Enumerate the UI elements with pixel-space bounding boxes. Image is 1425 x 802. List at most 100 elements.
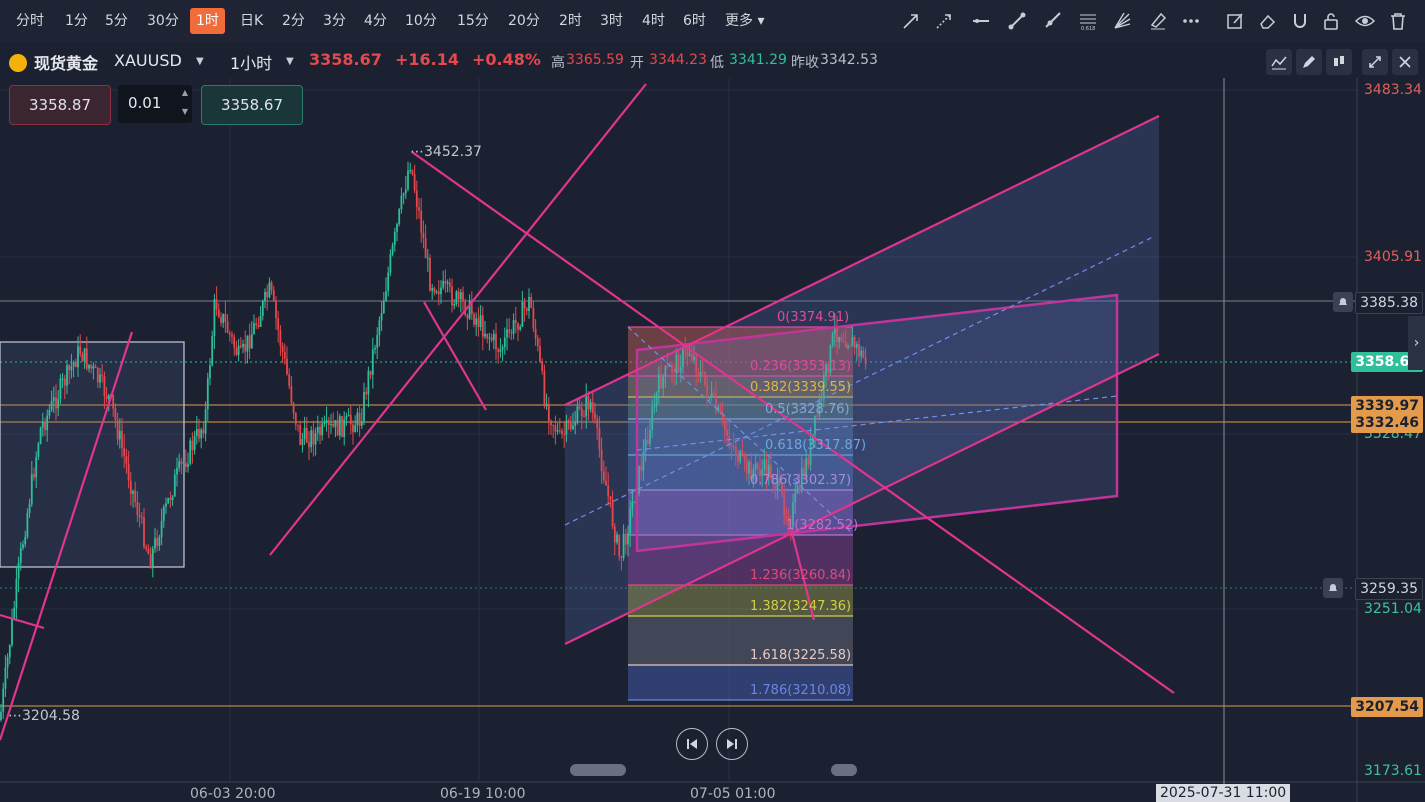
fullscreen-icon[interactable]	[1362, 49, 1388, 75]
interval-dropdown-icon[interactable]: ▼	[286, 56, 294, 67]
timeframe-7[interactable]: 3分	[317, 8, 352, 34]
interval-label[interactable]: 1小时	[230, 50, 272, 74]
x-label-2: 06-19 10:00	[440, 786, 526, 802]
fib-label: 0.5(3328.76)	[765, 402, 850, 417]
fan-icon[interactable]	[1109, 8, 1135, 34]
eye-icon[interactable]	[1352, 8, 1378, 34]
timeframe-9[interactable]: 10分	[399, 8, 443, 34]
timeframe-10[interactable]: 15分	[451, 8, 495, 34]
candle-body	[79, 346, 82, 354]
candle-body	[497, 349, 500, 352]
candle-style-icon[interactable]	[1326, 49, 1352, 75]
horizontal-line-icon[interactable]	[968, 8, 994, 34]
candle-body	[558, 430, 561, 432]
sell-price-button[interactable]: 3358.87	[9, 85, 111, 125]
eraser-icon[interactable]	[1255, 8, 1281, 34]
candle-body	[299, 425, 302, 445]
candle-body	[294, 413, 297, 425]
candle-body	[253, 323, 255, 335]
candle-body	[74, 362, 77, 368]
candle-body	[116, 420, 119, 440]
symbol-dropdown-icon[interactable]: ▼	[196, 56, 204, 67]
highlighter-icon[interactable]	[1145, 8, 1171, 34]
x-label-3: 07-05 01:00	[690, 786, 776, 802]
timeframe-3[interactable]: 30分	[141, 8, 185, 34]
candle-body	[620, 555, 623, 559]
trash-icon[interactable]	[1385, 8, 1411, 34]
candle-body	[519, 326, 522, 330]
candle-body	[517, 323, 519, 330]
candle-body	[479, 315, 482, 327]
magnet-icon[interactable]	[1287, 8, 1313, 34]
fibonacci-icon[interactable]: 0.618	[1075, 8, 1101, 34]
candle-body	[94, 366, 97, 369]
candle-body	[556, 430, 559, 432]
candle-body	[121, 430, 123, 448]
symbol-name[interactable]: 现货黄金	[34, 50, 98, 74]
ray-icon[interactable]	[1039, 8, 1065, 34]
gold-icon	[9, 54, 27, 72]
candle-body	[574, 422, 577, 426]
candle-body	[402, 193, 405, 196]
symbol-code[interactable]: XAUUSD	[114, 51, 182, 70]
candle-body	[312, 430, 315, 445]
timeframe-13[interactable]: 3时	[594, 8, 629, 34]
timeframe-6[interactable]: 2分	[276, 8, 311, 34]
candle-body	[222, 314, 225, 323]
price-marker-alert: 3259.35	[1355, 578, 1423, 600]
lot-down-icon[interactable]: ▼	[182, 107, 188, 116]
draw-pen-icon[interactable]	[1296, 49, 1322, 75]
candle-body	[33, 474, 35, 478]
lot-input[interactable]: 0.01 ▲ ▼	[118, 85, 192, 123]
timeframe-15[interactable]: 6时	[677, 8, 712, 34]
timeframe-1[interactable]: 1分	[59, 8, 94, 34]
timeframe-16[interactable]: 更多 ▾	[719, 8, 770, 34]
timeframe-14[interactable]: 4时	[636, 8, 671, 34]
candle-body	[6, 657, 9, 668]
candle-body	[624, 533, 627, 545]
timeframe-5[interactable]: 日K	[234, 8, 269, 34]
bell-icon[interactable]	[1323, 578, 1343, 598]
indicator-icon[interactable]	[1266, 49, 1292, 75]
lot-up-icon[interactable]: ▲	[182, 88, 188, 97]
buy-price-button[interactable]: 3358.67	[201, 85, 303, 125]
candle-body	[591, 402, 594, 414]
candle-body	[272, 290, 275, 301]
price-marker-alert: 3385.38	[1355, 292, 1423, 314]
dashed-arrow-icon[interactable]	[931, 8, 957, 34]
candle-body	[378, 320, 381, 336]
candle-body	[512, 320, 515, 334]
timeframe-4[interactable]: 1时	[190, 8, 225, 34]
timeframe-2[interactable]: 5分	[99, 8, 134, 34]
candle-body	[341, 416, 343, 437]
candle-body	[297, 424, 299, 426]
fib-label: 1.618(3225.58)	[750, 648, 852, 663]
candle-body	[545, 403, 548, 407]
fib-label: 1(3282.52)	[786, 518, 859, 533]
bell-icon[interactable]	[1333, 292, 1353, 312]
timeframe-0[interactable]: 分时	[10, 8, 50, 34]
candle-body	[473, 314, 475, 325]
edit-icon[interactable]	[1222, 8, 1248, 34]
candle-body	[132, 490, 134, 494]
candle-body	[187, 463, 189, 467]
candle-body	[209, 365, 211, 379]
replay-forward-button[interactable]	[716, 728, 748, 760]
lock-icon[interactable]	[1318, 8, 1344, 34]
candle-body	[415, 190, 418, 208]
candle-body	[422, 232, 425, 239]
timeframe-11[interactable]: 20分	[502, 8, 546, 34]
timeframe-12[interactable]: 2时	[553, 8, 588, 34]
more-tools-icon[interactable]	[1178, 8, 1204, 34]
close-icon[interactable]	[1392, 49, 1418, 75]
arrow-line-icon[interactable]	[898, 8, 924, 34]
replay-back-button[interactable]	[676, 728, 708, 760]
candle-body	[618, 534, 621, 556]
candle-body	[50, 401, 53, 411]
candle-body	[41, 422, 44, 428]
segment-icon[interactable]	[1004, 8, 1030, 34]
timeframe-8[interactable]: 4分	[358, 8, 393, 34]
expand-panel-icon[interactable]: ›	[1408, 316, 1425, 370]
candle-body	[250, 334, 253, 349]
candle-body	[105, 395, 108, 400]
